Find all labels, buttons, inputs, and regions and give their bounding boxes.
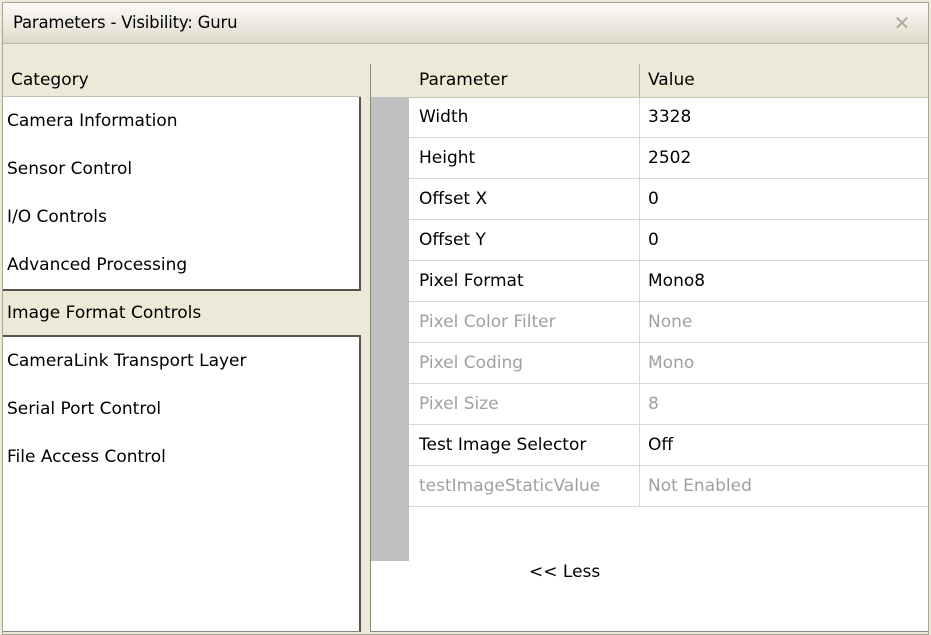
parameter-row[interactable]: Pixel Size 8 (409, 384, 928, 425)
parameter-row[interactable]: Width 3328 (409, 97, 928, 138)
parameter-row[interactable]: Offset X 0 (409, 179, 928, 220)
parameter-row[interactable]: Pixel Coding Mono (409, 343, 928, 384)
category-item[interactable]: Image Format Controls (3, 289, 361, 337)
category-item[interactable]: CameraLink Transport Layer (3, 337, 359, 385)
parameter-row[interactable]: Offset Y 0 (409, 220, 928, 261)
parameter-name: testImageStaticValue (419, 476, 601, 496)
value-column-header[interactable]: Value (639, 64, 695, 97)
parameter-value: Not Enabled (639, 466, 928, 506)
parameters-panel: Parameters - Visibility: Guru ✕ Category… (2, 2, 929, 635)
parameter-row[interactable]: testImageStaticValue Not Enabled (409, 466, 928, 507)
parameter-row[interactable]: Pixel Color Filter None (409, 302, 928, 343)
category-item[interactable]: I/O Controls (3, 193, 359, 241)
parameter-value[interactable]: Off (639, 425, 928, 465)
parameter-value[interactable]: 0 (639, 220, 928, 260)
parameter-value[interactable]: 0 (639, 179, 928, 219)
parameter-name: Height (419, 148, 476, 168)
parameter-value[interactable]: Mono8 (639, 261, 928, 301)
parameter-grid-header: Parameter Value (371, 64, 928, 98)
parameter-name: Pixel Format (419, 271, 524, 291)
parameter-name: Offset X (419, 189, 488, 209)
category-item[interactable]: File Access Control (3, 433, 359, 481)
window-title: Parameters - Visibility: Guru (13, 13, 238, 32)
parameter-row[interactable]: Test Image Selector Off (409, 425, 928, 466)
parameter-value: 8 (639, 384, 928, 424)
parameter-value[interactable]: 2502 (639, 138, 928, 178)
parameter-value[interactable]: 3328 (639, 97, 928, 137)
parameter-column-header[interactable]: Parameter (419, 64, 507, 97)
parameter-row[interactable]: Pixel Format Mono8 (409, 261, 928, 302)
category-item[interactable]: Sensor Control (3, 145, 359, 193)
parameter-row[interactable]: Height 2502 (409, 138, 928, 179)
category-column-header: Category (3, 64, 361, 97)
category-item[interactable]: Advanced Processing (3, 241, 359, 289)
parameter-name: Pixel Color Filter (419, 312, 556, 332)
parameter-value: Mono (639, 343, 928, 383)
parameter-name: Offset Y (419, 230, 486, 250)
category-item[interactable]: Camera Information (3, 97, 359, 145)
category-item[interactable]: Serial Port Control (3, 385, 359, 433)
parameter-grid: Parameter Value Width 3328 Height 2502 Offse… (370, 64, 928, 632)
parameter-name: Pixel Coding (419, 353, 524, 373)
parameter-rows: Width 3328 Height 2502 Offset X 0 Offset Y 0 Pix… (409, 97, 928, 582)
category-list: Camera Information Sensor Control I/O Cont… (3, 97, 361, 632)
parameter-value: None (639, 302, 928, 342)
row-gutter (371, 97, 409, 561)
parameter-name: Pixel Size (419, 394, 499, 414)
parameter-name: Test Image Selector (419, 435, 587, 455)
less-button[interactable]: << Less (529, 552, 600, 592)
close-icon[interactable]: ✕ (890, 11, 914, 35)
parameter-name: Width (419, 107, 469, 127)
title-bar: Parameters - Visibility: Guru ✕ (3, 3, 928, 44)
